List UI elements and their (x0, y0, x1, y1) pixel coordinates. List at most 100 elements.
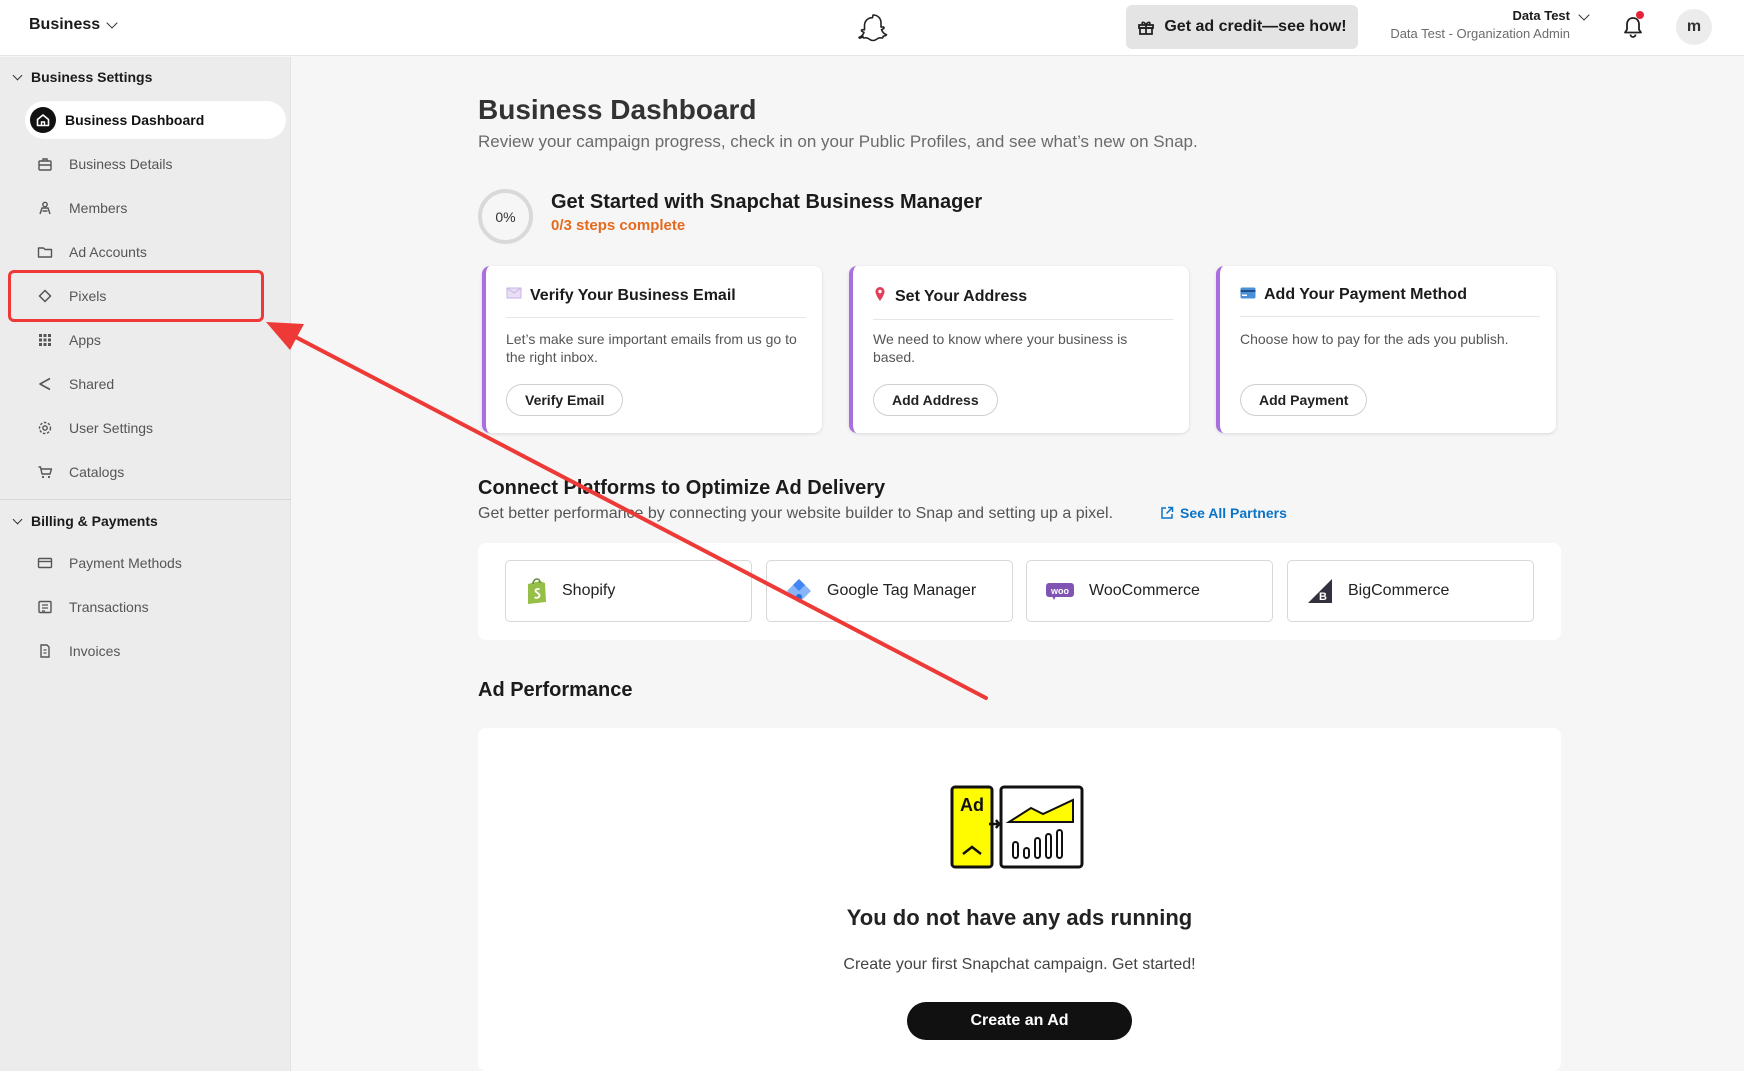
sidebar-item-label: Invoices (69, 643, 121, 659)
user-menu-chevron-icon[interactable] (1578, 9, 1590, 21)
top-header: Business Get ad credit—see how! Data Tes… (0, 0, 1744, 56)
members-icon (28, 191, 62, 225)
progress-ring: 0% (478, 189, 533, 244)
get-started-steps: 0/3 steps complete (551, 217, 686, 234)
step-card-header: Add Your Payment Method (1240, 286, 1540, 317)
sidebar-item-label: Apps (69, 332, 101, 348)
sidebar-item-label: Catalogs (69, 464, 125, 480)
page-subtitle: Review your campaign progress, check in … (478, 132, 1198, 151)
section-title: Billing & Payments (31, 513, 158, 529)
step-card-title: Add Your Payment Method (1264, 286, 1467, 303)
diamond-icon (28, 279, 62, 313)
platform-google-tag-manager[interactable]: Google Tag Manager (766, 560, 1013, 622)
empty-state-title: You do not have any ads running (846, 905, 1193, 930)
connect-platforms-title: Connect Platforms to Optimize Ad Deliver… (478, 477, 886, 499)
chevron-down-icon (106, 16, 118, 29)
chevron-down-icon (12, 514, 23, 524)
step-card-title: Set Your Address (895, 287, 1028, 305)
sidebar: Business Settings Business Dashboard Bus… (0, 57, 291, 1071)
step-card-add-payment: Add Your Payment Method Choose how to pa… (1216, 266, 1556, 433)
sidebar-item-members[interactable]: Members (25, 189, 286, 227)
sidebar-item-catalogs[interactable]: Catalogs (25, 453, 286, 491)
sidebar-item-label: User Settings (69, 420, 154, 436)
sidebar-item-label: Transactions (69, 599, 149, 615)
sidebar-item-label: Payment Methods (69, 555, 182, 571)
connect-platforms-subtitle: Get better performance by connecting you… (478, 505, 1114, 522)
sidebar-item-business-details[interactable]: Business Details (25, 145, 286, 183)
add-address-button[interactable]: Add Address (873, 384, 998, 416)
sidebar-item-label: Ad Accounts (69, 244, 147, 260)
woocommerce-icon: woo (1046, 583, 1074, 600)
platform-label: Shopify (562, 582, 616, 599)
sidebar-item-shared[interactable]: Shared (25, 365, 286, 403)
platform-label: WooCommerce (1089, 582, 1200, 599)
verify-email-button[interactable]: Verify Email (506, 384, 624, 416)
step-card-body: Let’s make sure important emails from us… (506, 331, 797, 365)
create-ad-button[interactable]: Create an Ad (907, 1002, 1132, 1040)
home-icon (30, 107, 56, 133)
get-started-title: Get Started with Snapchat Business Manag… (551, 191, 983, 213)
transactions-icon (28, 590, 62, 624)
get-ad-credit-button[interactable]: Get ad credit—see how! (1126, 5, 1358, 49)
sidebar-item-label: Business Details (69, 156, 173, 172)
pin-icon (873, 286, 887, 307)
platform-panel: Shopify Google Tag Manager woo WooCommer… (478, 543, 1561, 640)
bigcommerce-icon: B (1308, 579, 1332, 603)
section-business-settings[interactable]: Business Settings (12, 69, 153, 85)
envelope-icon (506, 286, 522, 305)
ad-performance-panel: Ad You do not have any ads running Creat… (478, 728, 1561, 1071)
credit-card-icon (1240, 286, 1256, 304)
get-ad-credit-label: Get ad credit—see how! (1164, 18, 1347, 35)
snapchat-ghost-icon[interactable] (858, 12, 888, 44)
sidebar-item-business-dashboard[interactable]: Business Dashboard (25, 101, 286, 139)
gear-icon (28, 411, 62, 445)
external-link-icon (1161, 506, 1174, 519)
avatar-initial: m (1686, 18, 1702, 35)
user-role: Data Test - Organization Admin (1390, 26, 1570, 41)
cart-icon (28, 455, 62, 489)
add-payment-button[interactable]: Add Payment (1240, 384, 1368, 416)
sidebar-item-label: Shared (69, 376, 115, 392)
platform-label: BigCommerce (1348, 582, 1450, 599)
sidebar-item-payment-methods[interactable]: Payment Methods (25, 544, 286, 582)
progress-value: 0% (495, 208, 516, 225)
sidebar-divider (0, 499, 291, 500)
sidebar-item-pixels[interactable]: Pixels (25, 277, 286, 315)
shopify-icon (528, 578, 546, 604)
see-all-partners-label: See All Partners (1180, 505, 1287, 521)
step-card-body: We need to know where your business is b… (873, 331, 1128, 365)
step-card-header: Verify Your Business Email (506, 286, 806, 318)
section-title: Business Settings (31, 69, 153, 85)
step-card-header: Set Your Address (873, 286, 1173, 320)
see-all-partners-link[interactable]: See All Partners (1160, 505, 1287, 521)
business-switcher-label: Business (29, 16, 101, 33)
business-switcher[interactable]: Business (29, 16, 118, 34)
ad-performance-title: Ad Performance (478, 679, 633, 701)
platform-label: Google Tag Manager (827, 582, 977, 599)
avatar[interactable]: m (1676, 9, 1712, 45)
sidebar-item-label: Business Dashboard (65, 112, 205, 128)
apps-grid-icon (28, 323, 62, 357)
briefcase-icon (28, 147, 62, 181)
notification-badge (1636, 11, 1644, 19)
folder-icon (28, 235, 62, 269)
user-menu[interactable]: Data Test Data Test - Organization Admin (1370, 8, 1570, 41)
card-icon (28, 546, 62, 580)
sidebar-item-invoices[interactable]: Invoices (25, 632, 286, 670)
chevron-down-icon (12, 70, 23, 80)
platform-shopify[interactable]: Shopify (505, 560, 752, 622)
platform-bigcommerce[interactable]: B BigCommerce (1287, 560, 1534, 622)
svg-text:B: B (1319, 591, 1327, 603)
sidebar-item-apps[interactable]: Apps (25, 321, 286, 359)
sidebar-item-user-settings[interactable]: User Settings (25, 409, 286, 447)
illustration-label: Ad (960, 795, 984, 815)
empty-state-description: Create your first Snapchat campaign. Get… (843, 956, 1196, 973)
platform-woocommerce[interactable]: woo WooCommerce (1026, 560, 1273, 622)
section-billing-payments[interactable]: Billing & Payments (12, 513, 158, 529)
share-icon (28, 367, 62, 401)
step-card-verify-email: Verify Your Business Email Let’s make su… (482, 266, 822, 433)
sidebar-item-transactions[interactable]: Transactions (25, 588, 286, 626)
page-title: Business Dashboard (478, 94, 757, 125)
step-card-title: Verify Your Business Email (530, 286, 736, 304)
sidebar-item-ad-accounts[interactable]: Ad Accounts (25, 233, 286, 271)
